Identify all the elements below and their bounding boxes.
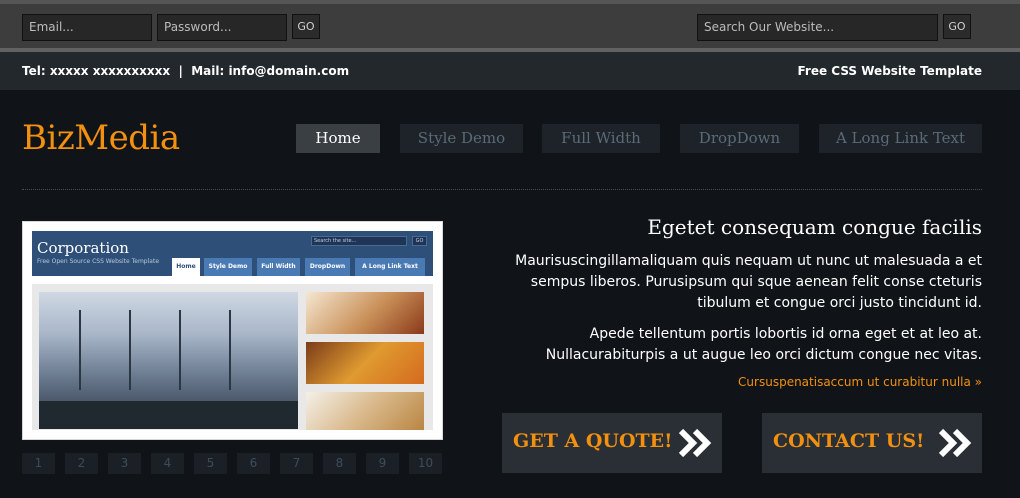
info-bar: Tel: xxxxx xxxxxxxxxx | Mail: info@domai… — [0, 52, 1020, 90]
office-photo — [39, 292, 298, 429]
slide-search: Search the site... — [311, 236, 407, 246]
slider-page-4[interactable]: 4 — [151, 453, 184, 474]
search-input[interactable]: Search Our Website... — [697, 14, 938, 41]
contact-us-label: CONTACT US! — [773, 430, 925, 452]
thumbnail-conference-table — [306, 342, 424, 384]
slide-tab: DropDown — [305, 258, 350, 276]
search-go-button[interactable]: GO — [943, 14, 971, 39]
double-chevron-right-icon — [678, 428, 712, 458]
login-bar: Email... Password... GO Search Our Websi… — [0, 0, 1020, 52]
slider-page-1[interactable]: 1 — [22, 453, 55, 474]
slide-tab: Home — [172, 258, 200, 276]
site-logo[interactable]: BizMedia — [22, 118, 180, 158]
double-chevron-right-icon — [938, 428, 972, 458]
slide-tab: Style Demo — [204, 258, 252, 276]
intro-paragraph-1: Maurisuscingillamaliquam quis nequam ut … — [515, 253, 982, 311]
slider-page-3[interactable]: 3 — [108, 453, 141, 474]
slide-header: Corporation Free Open Source CSS Website… — [32, 231, 433, 276]
tagline: Free CSS Website Template — [797, 64, 982, 78]
slider-page-6[interactable]: 6 — [237, 453, 270, 474]
intro-headline: Egetet consequam congue facilis — [647, 215, 982, 239]
slide-tab: Full Width — [257, 258, 300, 276]
intro-paragraph-2: Apede tellentum portis lobortis id orna … — [545, 326, 982, 363]
nav-item-full-width[interactable]: Full Width — [542, 124, 660, 153]
header-divider — [22, 189, 982, 190]
slider-page-9[interactable]: 9 — [366, 453, 399, 474]
thumbnail-laptop-room — [306, 292, 424, 334]
nav-item-long-link[interactable]: A Long Link Text — [819, 124, 982, 153]
slider-page-5[interactable]: 5 — [194, 453, 227, 474]
nav-item-style-demo[interactable]: Style Demo — [400, 124, 523, 153]
slider-page-10[interactable]: 10 — [409, 453, 442, 474]
slide-site-title: Corporation — [37, 239, 129, 257]
featured-slider[interactable]: Corporation Free Open Source CSS Website… — [22, 221, 443, 440]
get-quote-button[interactable]: GET A QUOTE! — [502, 413, 722, 473]
read-more-link[interactable]: Cursuspenatisaccum ut curabitur nulla » — [738, 375, 982, 389]
password-field[interactable]: Password... — [157, 14, 287, 41]
email-field[interactable]: Email... — [22, 14, 152, 41]
slide-tab: A Long Link Text — [355, 258, 425, 276]
slide-image: Corporation Free Open Source CSS Website… — [32, 231, 433, 430]
slider-page-7[interactable]: 7 — [280, 453, 313, 474]
nav-item-home[interactable]: Home — [296, 124, 380, 153]
get-quote-label: GET A QUOTE! — [513, 430, 673, 452]
slide-site-subtitle: Free Open Source CSS Website Template — [37, 258, 160, 265]
thumbnail-lounge — [306, 392, 424, 430]
slide-nav-underline — [32, 276, 433, 284]
contact-us-button[interactable]: CONTACT US! — [762, 413, 982, 473]
slider-page-2[interactable]: 2 — [65, 453, 98, 474]
login-go-button[interactable]: GO — [292, 14, 320, 39]
contact-info: Tel: xxxxx xxxxxxxxxx | Mail: info@domai… — [22, 64, 350, 78]
nav-item-dropdown[interactable]: DropDown — [680, 124, 799, 153]
slider-page-8[interactable]: 8 — [323, 453, 356, 474]
slide-search-go: GO — [412, 236, 427, 246]
